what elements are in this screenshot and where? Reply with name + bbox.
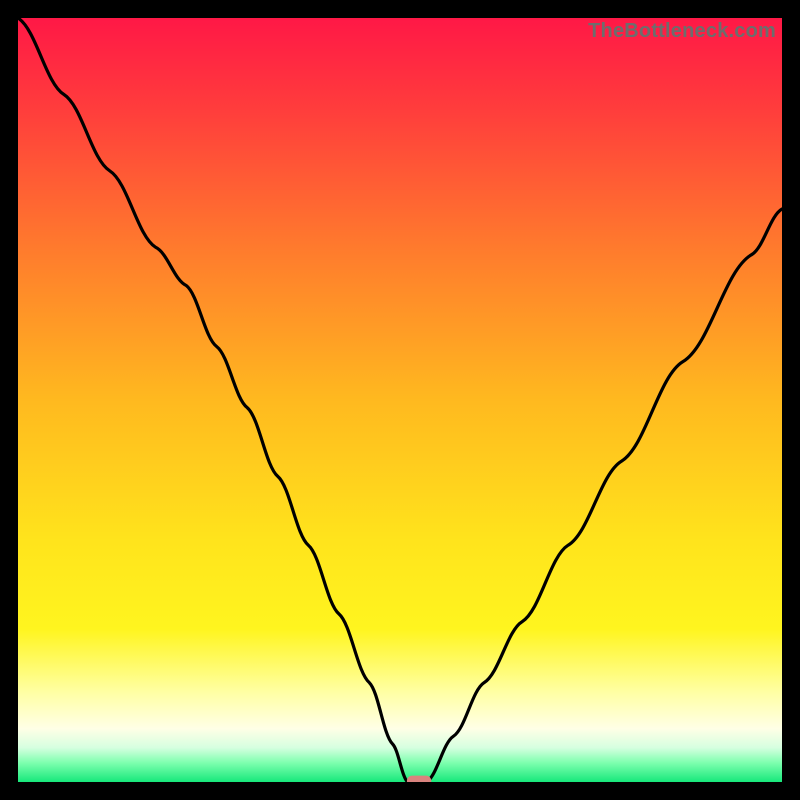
watermark-text: TheBottleneck.com [588, 20, 776, 43]
plot-area: TheBottleneck.com [18, 18, 782, 782]
optimum-marker [407, 776, 431, 782]
bottleneck-chart [18, 18, 782, 782]
chart-frame: TheBottleneck.com [0, 0, 800, 800]
gradient-background [18, 18, 782, 782]
